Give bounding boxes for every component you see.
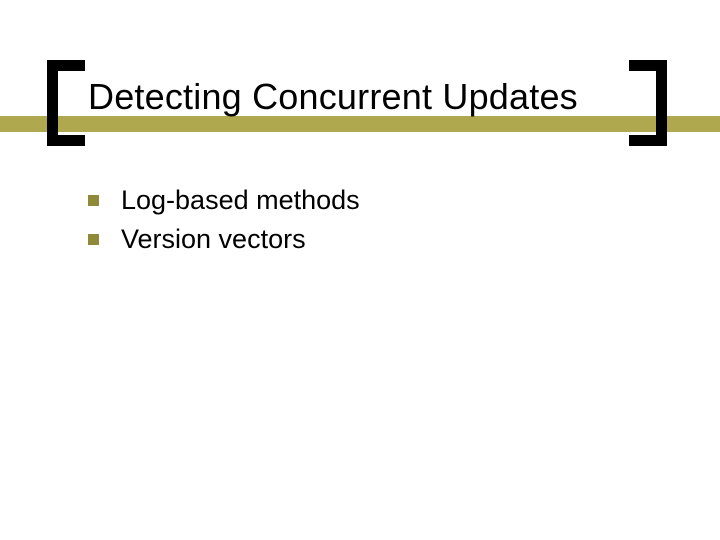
list-item: Log-based methods xyxy=(88,185,360,216)
bullet-icon xyxy=(88,234,99,245)
slide-title: Detecting Concurrent Updates xyxy=(88,76,578,118)
list-item: Version vectors xyxy=(88,224,360,255)
slide-body: Log-based methods Version vectors xyxy=(88,185,360,263)
title-bracket-right xyxy=(629,60,667,146)
slide: Detecting Concurrent Updates Log-based m… xyxy=(0,0,720,540)
bullet-text: Log-based methods xyxy=(121,185,360,216)
title-bracket-left xyxy=(47,60,85,146)
bullet-text: Version vectors xyxy=(121,224,306,255)
bullet-icon xyxy=(88,195,99,206)
accent-stripe xyxy=(0,116,720,132)
